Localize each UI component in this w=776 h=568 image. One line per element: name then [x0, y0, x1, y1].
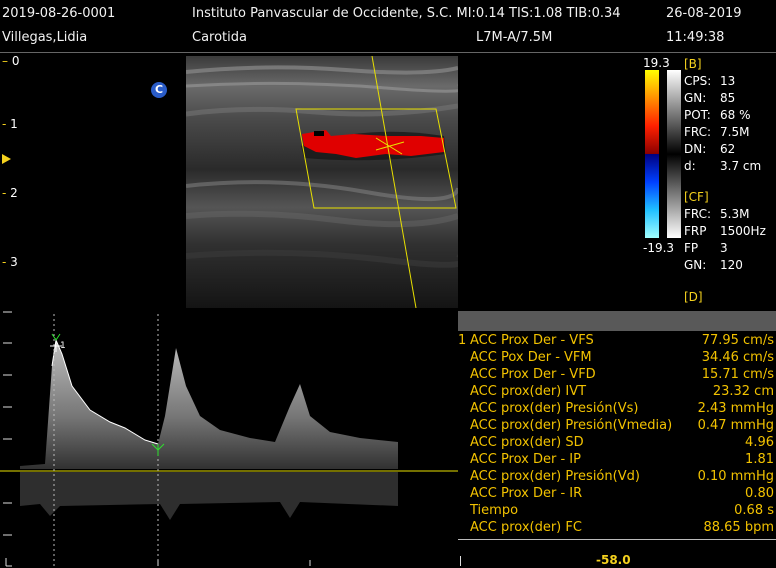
- b-mode-title: [B]: [684, 57, 702, 71]
- param-row: GN: 85: [684, 91, 736, 105]
- gray-bar: [667, 70, 681, 238]
- color-bar-min: -19.3: [643, 241, 675, 255]
- color-bar-negative: [645, 154, 659, 238]
- measurement-divider: [458, 539, 776, 540]
- measurement-row: ACC Pox Der - VFM 34.46 cm/s: [470, 350, 774, 365]
- param-row: FRC: 7.5M: [684, 125, 750, 139]
- color-bar-positive: [645, 70, 659, 154]
- measurement-row: ACC prox(der) IVT 23.32 cm: [470, 384, 774, 399]
- measurement-row: ACC prox(der) Presión(Vd) 0.10 mmHg: [470, 469, 774, 484]
- param-row: d: 3.7 cm: [684, 159, 762, 173]
- param-row: POT: 68 %: [684, 108, 751, 122]
- param-row: GN: 120: [684, 258, 743, 272]
- scale-tick: [460, 556, 461, 566]
- ultrasound-image[interactable]: [186, 56, 458, 308]
- study-name: Carotida: [192, 30, 247, 45]
- param-row: FRC: 5.3M: [684, 207, 750, 221]
- param-row: FRP 1500Hz: [684, 224, 766, 238]
- measurement-row: ACC prox(der) Presión(Vmedia) 0.47 mmHg: [470, 418, 774, 433]
- probe-info: L7M-A/7.5M: [476, 30, 553, 45]
- color-bar-max: 19.3: [643, 56, 670, 70]
- focus-marker-icon: [2, 154, 11, 164]
- measurement-row: ACC prox(der) SD 4.96: [470, 435, 774, 450]
- patient-name: Villegas,Lidia: [2, 30, 88, 45]
- flow-gap: [314, 131, 324, 136]
- param-row: DN: 62: [684, 142, 736, 156]
- measurement-header-bar: [458, 311, 776, 331]
- velocity-readout: -58.0: [596, 553, 631, 567]
- depth-tick-0: – 0: [2, 54, 20, 68]
- color-mode-icon: C: [151, 82, 167, 98]
- cf-mode-params: FRC: 5.3M FRP 1500Hz FP 3 GN: 120: [684, 207, 766, 275]
- param-row: CPS: 13: [684, 74, 736, 88]
- measurement-row: ACC Prox Der - IP 1.81: [470, 452, 774, 467]
- velocity-scale: [3, 311, 12, 536]
- institution-info: Instituto Panvascular de Occidente, S.C.…: [192, 6, 621, 21]
- param-row: FP 3: [684, 241, 728, 255]
- cursor-label: 1: [60, 341, 66, 351]
- measurement-row: ACC Prox Der - VFD 15.71 cm/s: [470, 367, 774, 382]
- measurement-row: ACC prox(der) Presión(Vs) 2.43 mmHg: [470, 401, 774, 416]
- depth-tick-1: - 1: [2, 117, 18, 131]
- b-mode-params: CPS: 13 GN: 85 POT: 68 % FRC: 7.5M DN: 62 d: 3…: [684, 74, 762, 176]
- measurement-row: Tiempo 0.68 s: [470, 503, 774, 518]
- d-mode-title: [D]: [684, 290, 703, 304]
- header-divider: [0, 52, 776, 53]
- measurement-row: 1 ACC Prox Der - VFS 77.95 cm/s: [458, 333, 774, 348]
- measurement-row: ACC prox(der) FC 88.65 bpm: [470, 520, 774, 535]
- exam-date: 26-08-2019: [666, 6, 742, 21]
- measurement-row: ACC Prox Der - IR 0.80: [470, 486, 774, 501]
- depth-tick-3: - 3: [2, 255, 18, 269]
- exam-time: 11:49:38: [666, 30, 725, 45]
- measurement-table: 1 ACC Prox Der - VFS 77.95 cm/s ACC Pox De…: [458, 333, 776, 537]
- exam-id: 2019-08-26-0001: [2, 6, 116, 21]
- cf-mode-title: [CF]: [684, 190, 709, 204]
- depth-tick-2: - 2: [2, 186, 18, 200]
- spectral-doppler-trace[interactable]: [0, 306, 458, 568]
